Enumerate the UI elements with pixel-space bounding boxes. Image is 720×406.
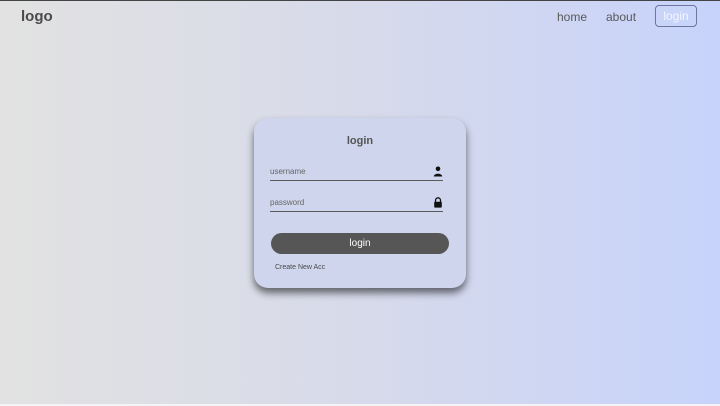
lock-icon bbox=[434, 197, 442, 208]
username-input[interactable] bbox=[270, 164, 430, 179]
login-card: login login Create New Acc bbox=[254, 118, 466, 288]
login-submit-button[interactable]: login bbox=[271, 233, 449, 254]
password-field-wrapper bbox=[270, 195, 443, 212]
nav-link-about[interactable]: about bbox=[606, 10, 636, 24]
nav-login-button[interactable]: login bbox=[655, 5, 697, 27]
login-title: login bbox=[346, 135, 374, 147]
username-field-wrapper bbox=[270, 164, 443, 181]
create-account-link[interactable]: Create New Acc bbox=[275, 264, 325, 271]
user-icon bbox=[433, 166, 443, 177]
nav-link-home[interactable]: home bbox=[557, 10, 587, 24]
navbar: logo home about login bbox=[0, 1, 720, 33]
password-input[interactable] bbox=[270, 195, 430, 210]
logo[interactable]: logo bbox=[21, 8, 53, 25]
